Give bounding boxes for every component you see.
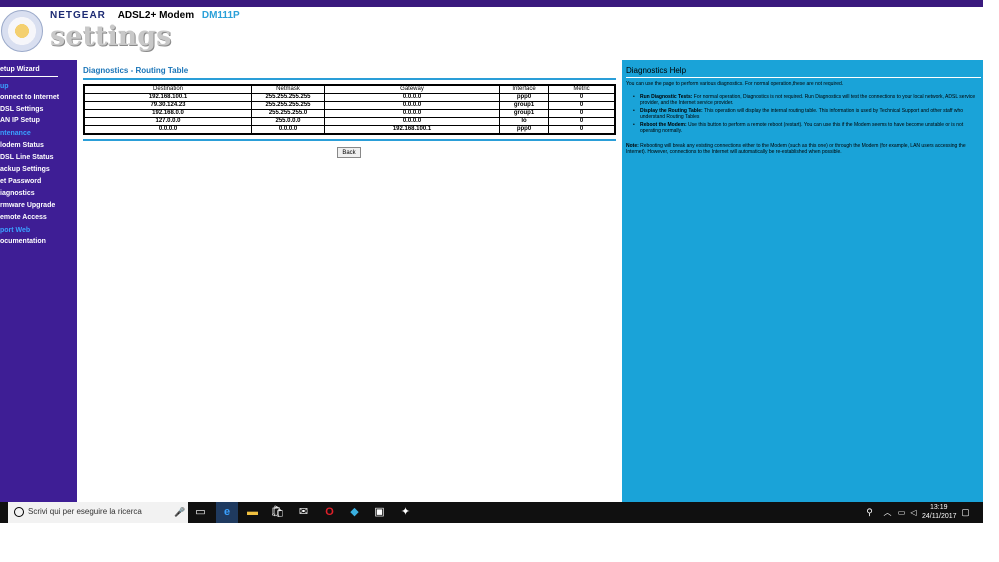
cell-gateway: 0.0.0.0: [324, 101, 500, 110]
model-number: DM111P: [201, 10, 240, 21]
sidebar-item-firmware-upgrade[interactable]: rmware Upgrade: [0, 202, 55, 209]
sidebar-nav: etup Wizard up onnect to Internet DSL Se…: [0, 60, 77, 502]
cell-destination: 192.168.100.1: [83, 93, 252, 102]
microphone-icon[interactable]: 🎤: [174, 507, 185, 518]
help-panel: Diagnostics Help You can use the page to…: [622, 60, 983, 502]
file-explorer-icon[interactable]: ▬: [245, 505, 260, 520]
cell-netmask: 255.255.255.255: [251, 93, 325, 102]
clock-date[interactable]: 24/11/2017: [922, 513, 957, 520]
cell-gateway: 0.0.0.0: [324, 117, 500, 126]
cell-destination: 127.0.0.0: [83, 117, 252, 126]
sidebar-section-maintenance: ntenance: [0, 130, 31, 137]
people-icon[interactable]: ⚲: [862, 505, 877, 520]
terminal-icon[interactable]: ▣: [372, 505, 387, 520]
table-row: 192.168.0.0 255.255.255.0 0.0.0.0 group1…: [83, 109, 616, 118]
sidebar-item-lan-ip-setup[interactable]: AN IP Setup: [0, 117, 40, 124]
table-row: 127.0.0.0 255.0.0.0 0.0.0.0 lo 0: [83, 117, 616, 126]
sidebar-item-modem-status[interactable]: lodem Status: [0, 142, 44, 149]
volume-icon[interactable]: ◁: [906, 505, 921, 520]
cell-gateway: 0.0.0.0: [324, 109, 500, 118]
sidebar-item-documentation[interactable]: ocumentation: [0, 238, 46, 245]
back-button[interactable]: Back: [337, 147, 361, 158]
cell-interface: group1: [499, 109, 549, 118]
page-header: NETGEAR ADSL2+ Modem DM111P settings: [0, 7, 983, 59]
cell-destination: 79.30.124.23: [83, 101, 252, 110]
routing-table: Destination Netmask Gateway Interface Me…: [83, 84, 616, 135]
app-cube-icon[interactable]: ◆: [347, 505, 362, 520]
search-placeholder: Scrivi qui per eseguire la ricerca: [28, 507, 142, 516]
cell-gateway: 192.168.100.1: [324, 125, 500, 135]
cell-interface: lo: [499, 117, 549, 126]
product-name: ADSL2+ Modem: [117, 10, 195, 21]
action-center-icon[interactable]: ▢: [958, 505, 973, 520]
edge-browser-icon[interactable]: e: [216, 502, 238, 523]
cell-metric: 0: [548, 101, 616, 110]
cell-gateway: 0.0.0.0: [324, 93, 500, 102]
sidebar-item-diagnostics[interactable]: iagnostics: [0, 190, 35, 197]
help-bullet: Display the Routing Table: This operatio…: [633, 108, 978, 120]
store-icon[interactable]: 🛍: [270, 505, 285, 520]
sidebar-item-set-password[interactable]: et Password: [0, 178, 41, 185]
column-header: Interface: [499, 84, 549, 94]
column-header: Metric: [548, 84, 616, 94]
cell-metric: 0: [548, 117, 616, 126]
table-row: 79.30.124.23 255.255.255.255 0.0.0.0 gro…: [83, 101, 616, 110]
mail-icon[interactable]: ✉: [296, 505, 311, 520]
help-divider: [626, 77, 981, 78]
sidebar-item-adsl-settings[interactable]: DSL Settings: [0, 106, 43, 113]
sidebar-item-connect-to-internet[interactable]: onnect to Internet: [0, 94, 59, 101]
column-header: Destination: [83, 84, 252, 94]
cell-interface: ppp0: [499, 93, 549, 102]
clock-time[interactable]: 13:19: [930, 504, 948, 511]
cell-interface: ppp0: [499, 125, 549, 135]
cell-netmask: 255.255.255.0: [251, 109, 325, 118]
table-header-row: Destination Netmask Gateway Interface Me…: [83, 84, 616, 94]
help-note: Note: Rebooting will break any existing …: [626, 143, 978, 155]
help-bullet-body: Use this button to perform a remote rebo…: [640, 122, 964, 134]
cell-netmask: 255.0.0.0: [251, 117, 325, 126]
help-bullet: Reboot the Modem: Use this button to per…: [633, 122, 978, 134]
cell-interface: group1: [499, 101, 549, 110]
table-row: 0.0.0.0 0.0.0.0 192.168.100.1 ppp0 0: [83, 125, 616, 135]
top-accent-bar: [0, 0, 983, 7]
settings-wordmark: settings: [50, 21, 172, 52]
page-title: Diagnostics - Routing Table: [83, 66, 189, 75]
cell-metric: 0: [548, 125, 616, 135]
cell-metric: 0: [548, 93, 616, 102]
cell-netmask: 0.0.0.0: [251, 125, 325, 135]
cell-netmask: 255.255.255.255: [251, 101, 325, 110]
help-bullet: Run Diagnostic Tests: For normal operati…: [633, 94, 978, 106]
title-divider: [83, 78, 616, 80]
opera-icon[interactable]: O: [322, 505, 337, 520]
column-header: Netmask: [251, 84, 325, 94]
sidebar-item-remote-access[interactable]: emote Access: [0, 214, 47, 221]
windows-taskbar: Scrivi qui per eseguire la ricerca 🎤 ▭ e…: [0, 502, 983, 523]
table-row: 192.168.100.1 255.255.255.255 0.0.0.0 pp…: [83, 93, 616, 102]
sidebar-section-support-web: port Web: [0, 227, 31, 234]
show-hidden-icons-icon[interactable]: ︿: [880, 505, 895, 520]
help-intro: You can use the page to perform various …: [626, 81, 844, 87]
sidebar-item-adsl-line-status[interactable]: DSL Line Status: [0, 154, 54, 161]
sidebar-divider: [0, 76, 58, 77]
taskbar-search-box[interactable]: Scrivi qui per eseguire la ricerca 🎤: [8, 502, 188, 523]
brand-line: NETGEAR ADSL2+ Modem DM111P: [50, 10, 240, 21]
sidebar-item-backup-settings[interactable]: ackup Settings: [0, 166, 50, 173]
task-view-icon[interactable]: ▭: [193, 505, 208, 520]
sidebar-item-setup-wizard[interactable]: etup Wizard: [0, 66, 40, 73]
cortana-icon: [14, 507, 24, 517]
brand-name: NETGEAR: [50, 10, 106, 21]
main-content: Diagnostics - Routing Table Destination …: [78, 60, 621, 502]
cell-destination: 0.0.0.0: [83, 125, 252, 135]
cell-destination: 192.168.0.0: [83, 109, 252, 118]
app-bird-icon[interactable]: ✦: [398, 505, 413, 520]
table-divider: [83, 139, 616, 141]
netgear-logo: [1, 10, 43, 52]
cell-metric: 0: [548, 109, 616, 118]
column-header: Gateway: [324, 84, 500, 94]
sidebar-section-setup: up: [0, 83, 9, 90]
help-title: Diagnostics Help: [626, 66, 687, 75]
help-note-body: Rebooting will break any existing connec…: [626, 143, 966, 155]
